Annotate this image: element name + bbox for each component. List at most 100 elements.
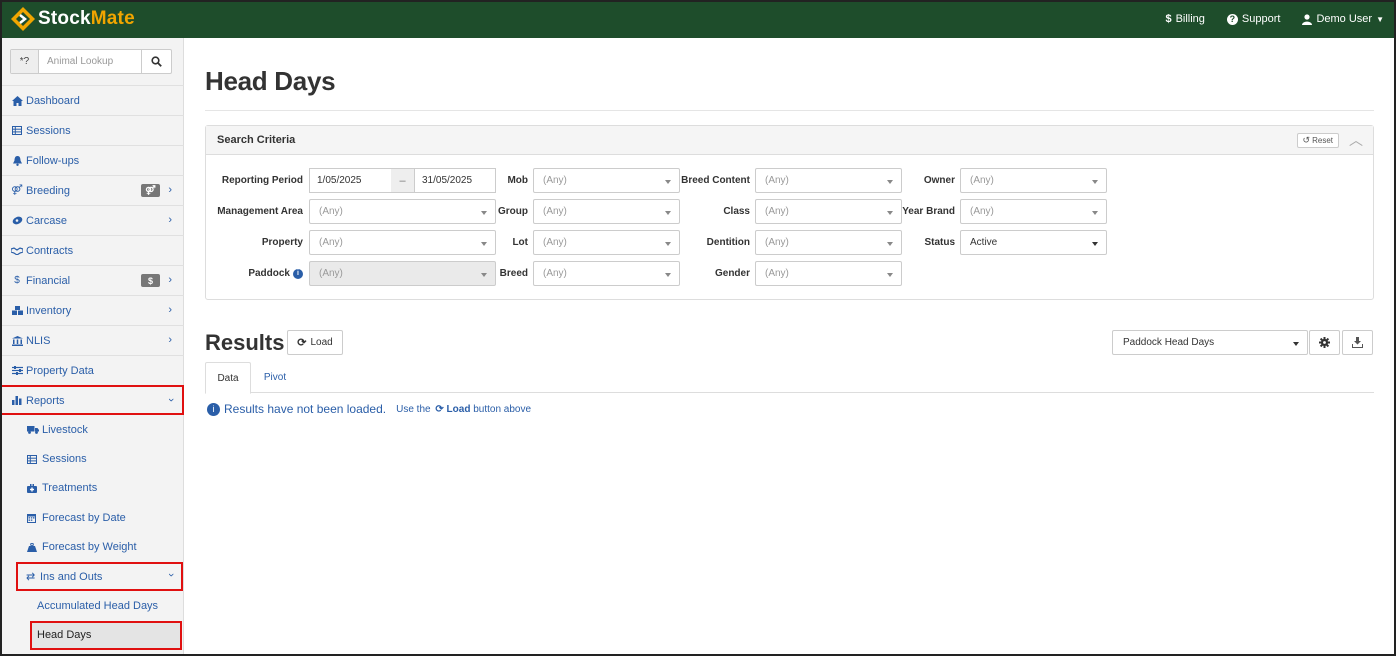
animal-lookup: *? [10, 49, 172, 74]
status-select[interactable]: Active [960, 230, 1107, 255]
sidebar-nav: Dashboard Sessions Follow-ups ⚤ Breeding… [0, 85, 184, 651]
billing-label: Billing [1175, 13, 1205, 25]
brand-name: StockMate [38, 8, 135, 30]
caret-down-icon [887, 242, 893, 246]
notice-load-link[interactable]: Load [447, 404, 471, 415]
reports-item-label: Ins and Outs [40, 570, 103, 583]
results-heading: Results [205, 330, 285, 355]
wildcard-toggle[interactable]: *? [11, 50, 39, 73]
bell-icon [11, 155, 23, 166]
lot-select[interactable]: (Any) [533, 230, 680, 255]
download-button[interactable] [1342, 330, 1373, 355]
dentition-value: (Any) [765, 237, 789, 248]
property-select[interactable]: (Any) [309, 230, 496, 255]
sidebar-item-sessions[interactable]: Sessions [0, 115, 184, 145]
insouts-item-accumulated-head-days[interactable]: Accumulated Head Days [0, 591, 184, 620]
weight-icon [27, 542, 39, 552]
reports-item-label: Treatments [42, 482, 98, 495]
user-menu[interactable]: Demo User ▼ [1302, 13, 1384, 25]
bank-icon [11, 335, 23, 346]
reset-button[interactable]: ↺ Reset [1296, 133, 1339, 148]
caret-down-icon [665, 180, 671, 184]
reports-item-label: Livestock [42, 423, 88, 436]
lot-label: Lot [512, 237, 528, 248]
reports-item-forecast-by-date[interactable]: Forecast by Date [0, 503, 184, 532]
billing-link[interactable]: $ Billing [1165, 13, 1204, 25]
reports-item-ins-and-outs[interactable]: ⇄ Ins and Outs › [16, 561, 183, 592]
chevron-right-icon: › [168, 334, 172, 346]
reports-item-sessions[interactable]: Sessions [0, 444, 184, 473]
year-brand-label: Year Brand [902, 206, 955, 217]
sidebar-item-reports[interactable]: Reports › [0, 385, 184, 415]
year-brand-value: (Any) [970, 206, 994, 217]
date-range-separator: – [391, 168, 414, 193]
management-area-select[interactable]: (Any) [309, 199, 496, 224]
handshake-icon [11, 246, 23, 255]
sidebar-item-breeding[interactable]: ⚤ Breeding ⚤ › [0, 175, 184, 205]
insouts-item-head-days[interactable]: Head Days [30, 620, 182, 651]
sidebar-item-financial[interactable]: $ Financial $ › [0, 265, 184, 295]
mob-select[interactable]: (Any) [533, 168, 680, 193]
mob-label: Mob [507, 175, 528, 186]
animal-lookup-input[interactable] [39, 50, 141, 73]
sidebar-item-follow-ups[interactable]: Follow-ups [0, 145, 184, 175]
dentition-select[interactable]: (Any) [755, 230, 902, 255]
support-label: Support [1241, 13, 1281, 25]
reports-item-forecast-by-weight[interactable]: Forecast by Weight [0, 533, 184, 562]
breed-content-select[interactable]: (Any) [755, 168, 902, 193]
sidebar-item-inventory[interactable]: Inventory › [0, 295, 184, 325]
info-circle-icon: i [207, 402, 220, 416]
load-button[interactable]: ⟳ Load [287, 330, 343, 355]
financial-badge: $ [141, 274, 160, 287]
class-select[interactable]: (Any) [755, 199, 902, 224]
reports-item-treatments[interactable]: Treatments [0, 474, 184, 503]
breeding-badge-icon: ⚤ [141, 184, 160, 197]
year-brand-select[interactable]: (Any) [960, 199, 1107, 224]
breed-select[interactable]: (Any) [533, 261, 680, 286]
table-icon [27, 454, 39, 464]
tab-pivot[interactable]: Pivot [253, 362, 297, 393]
sidebar-item-label: Contracts [26, 244, 74, 257]
user-icon [1302, 13, 1313, 25]
chevron-down-icon: › [165, 398, 178, 402]
load-label: Load [310, 337, 333, 348]
property-value: (Any) [319, 237, 343, 248]
dollar-icon: $ [14, 275, 20, 286]
support-link[interactable]: ? Support [1226, 13, 1281, 25]
settings-button[interactable] [1309, 330, 1340, 355]
sidebar-item-nlis[interactable]: NLIS › [0, 325, 184, 355]
sidebar-item-contracts[interactable]: Contracts [0, 235, 184, 265]
search-button[interactable] [141, 50, 171, 73]
caret-down-icon [481, 273, 487, 277]
sidebar-item-carcase[interactable]: Carcase › [0, 205, 184, 235]
table-icon [11, 126, 23, 135]
search-criteria-header: Search Criteria ↺ Reset ︿ [206, 126, 1373, 155]
results-not-loaded-notice: i Results have not been loaded. Use the … [207, 402, 531, 416]
reports-item-label: Forecast by Weight [42, 541, 137, 554]
sidebar-item-dashboard[interactable]: Dashboard [0, 85, 184, 115]
caret-down-icon [481, 211, 487, 215]
reporting-period-label: Reporting Period [221, 175, 303, 186]
notice-tail-text: button above [473, 403, 532, 415]
breed-label: Breed [499, 268, 528, 279]
sidebar-item-label: Sessions [26, 124, 71, 137]
date-from-input[interactable]: 1/05/2025 [309, 168, 392, 193]
collapse-chevron-icon[interactable]: ︿ [1349, 130, 1363, 150]
owner-select[interactable]: (Any) [960, 168, 1107, 193]
caret-down-icon [665, 273, 671, 277]
caret-down-icon [1092, 180, 1098, 184]
brand-logo[interactable]: StockMate [10, 3, 135, 35]
management-area-label: Management Area [217, 206, 303, 217]
info-icon[interactable]: i [293, 268, 303, 279]
brand-name-part1: Stock [38, 8, 91, 29]
report-type-select[interactable]: Paddock Head Days [1112, 330, 1308, 355]
title-divider [205, 110, 1374, 111]
gender-select[interactable]: (Any) [755, 261, 902, 286]
tab-data[interactable]: Data [205, 362, 251, 394]
group-select[interactable]: (Any) [533, 199, 680, 224]
sidebar-item-label: Reports [26, 394, 65, 407]
reports-item-livestock[interactable]: Livestock [0, 415, 184, 444]
sidebar-item-label: Follow-ups [26, 154, 80, 167]
sidebar-item-property-data[interactable]: Property Data [0, 355, 184, 385]
date-to-input[interactable]: 31/05/2025 [414, 168, 496, 193]
